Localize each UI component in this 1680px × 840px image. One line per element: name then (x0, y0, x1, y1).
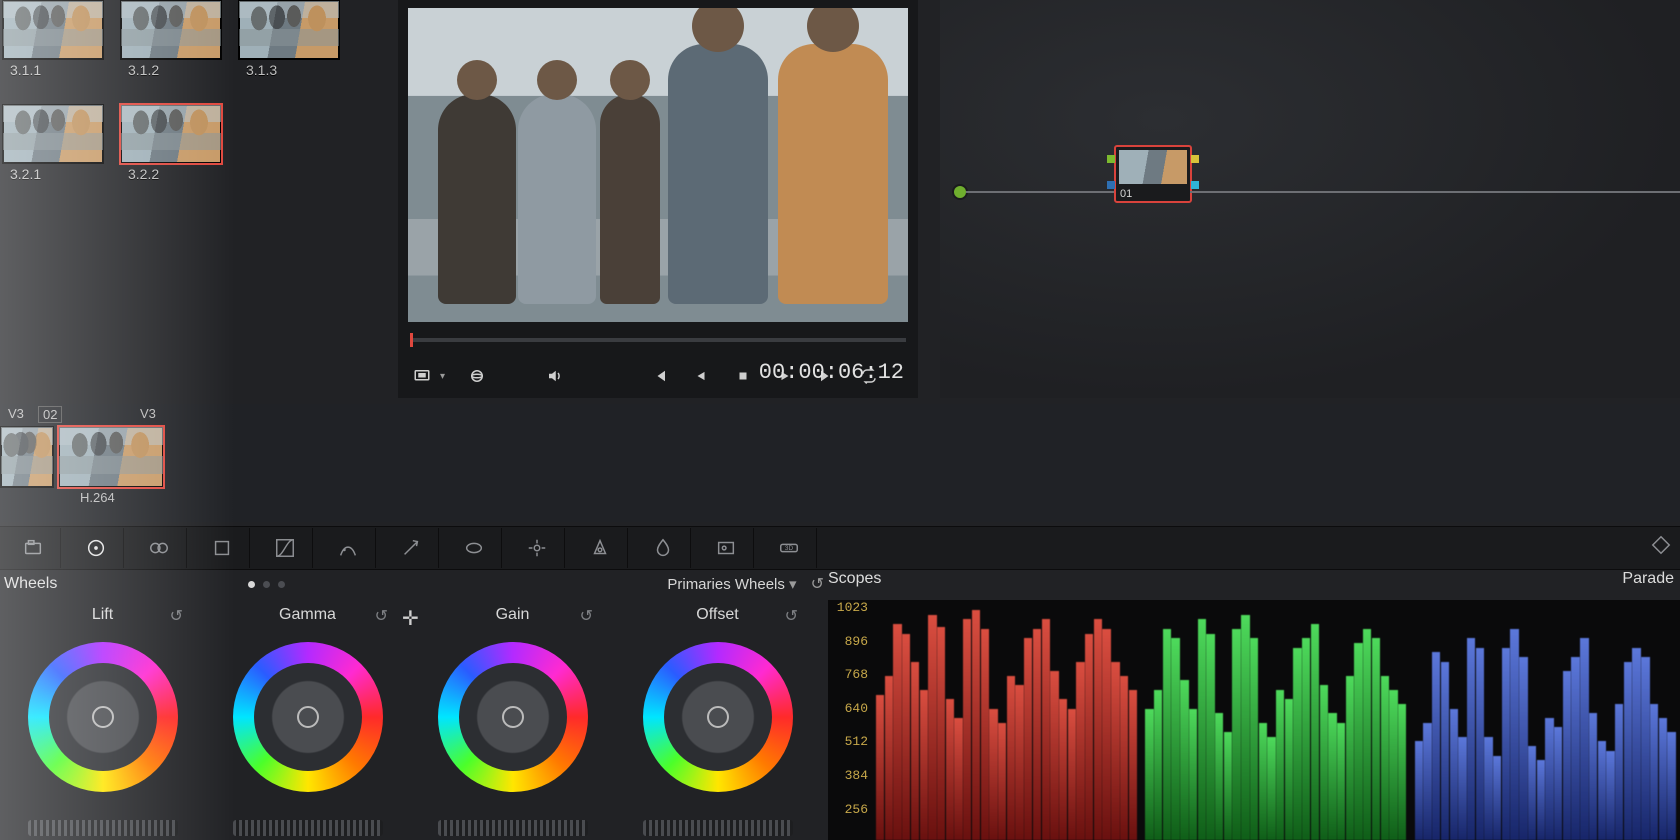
primaries-wheels: Lift ↺ Gamma ↺ Gain ↺ Offset ↺ (0, 600, 820, 840)
reset-icon[interactable]: ↺ (170, 606, 183, 626)
palette-bar: 3D (0, 526, 1680, 570)
parade-red (876, 600, 1137, 840)
svg-text:3D: 3D (785, 545, 794, 552)
windows-button[interactable] (447, 528, 502, 568)
node-thumbnail (1119, 150, 1187, 184)
color-page: 3.1.1 3.1.2 3.1.3 3.2.1 3.2.2 ▾ (0, 0, 1680, 840)
qualifier-button[interactable] (384, 528, 439, 568)
gallery-still-label: 3.1.3 (246, 62, 277, 78)
gallery-still-label: 3.2.1 (10, 166, 41, 182)
node-output-key[interactable] (1191, 181, 1199, 189)
gain-master-jog[interactable] (438, 820, 588, 836)
display-options-icon[interactable] (412, 366, 432, 386)
parade-blue (1415, 600, 1676, 840)
gallery-still[interactable] (120, 0, 222, 60)
node-graph[interactable]: 01 (940, 0, 1680, 398)
scale-tick: 512 (845, 734, 868, 749)
wheels-reset-icon[interactable]: ↺ (811, 574, 824, 594)
blur-button[interactable] (636, 528, 691, 568)
scale-tick: 1023 (837, 600, 868, 615)
offset-wheel[interactable] (643, 642, 793, 792)
node-link (966, 191, 1114, 193)
gallery-still[interactable] (238, 0, 340, 60)
first-frame-icon[interactable] (649, 366, 669, 386)
wheels-title: Wheels (4, 575, 57, 593)
gallery-still[interactable] (2, 0, 104, 60)
play-reverse-icon[interactable] (691, 366, 711, 386)
gallery-still-label: 3.1.1 (10, 62, 41, 78)
scopes-mode-dropdown[interactable]: Parade (1622, 570, 1674, 588)
scale-tick: 896 (845, 634, 868, 649)
scale-tick: 384 (845, 768, 868, 783)
reset-icon[interactable]: ↺ (580, 606, 593, 626)
parade-green (1145, 600, 1406, 840)
wheels-mode-dropdown[interactable]: Primaries Wheels (667, 575, 796, 593)
parade-scope[interactable]: 1023 896 768 640 512 384 256 (828, 600, 1680, 840)
wheels-page-dots[interactable] (248, 581, 285, 588)
gamma-column: Gamma ↺ (205, 600, 410, 840)
track-label: V3 (8, 406, 24, 421)
reset-icon[interactable]: ↺ (785, 606, 798, 626)
viewer-scrubber[interactable] (410, 338, 906, 342)
reset-icon[interactable]: ↺ (375, 606, 388, 626)
color-warper-button[interactable] (321, 528, 376, 568)
gamma-wheel[interactable] (233, 642, 383, 792)
gain-wheel[interactable] (438, 642, 588, 792)
node-input-rgb[interactable] (1107, 155, 1115, 163)
gallery-still[interactable] (2, 104, 104, 164)
color-wheels-button[interactable] (69, 528, 124, 568)
tracker-button[interactable] (510, 528, 565, 568)
magic-mask-button[interactable] (573, 528, 628, 568)
key-button[interactable] (699, 528, 754, 568)
clip-thumbnails: V3 02 V3 H.264 (0, 404, 1680, 522)
gallery-still-selected[interactable] (120, 104, 222, 164)
wheels-header: Wheels Primaries Wheels ↺ (0, 570, 828, 598)
hdr-button[interactable] (132, 528, 187, 568)
viewer-panel: ▾ 00:00:06:12 (398, 0, 918, 398)
gamma-master-jog[interactable] (233, 820, 383, 836)
timeline-clip-selected[interactable] (58, 426, 164, 488)
gain-column: Gain ↺ (410, 600, 615, 840)
rgb-mixer-button[interactable] (195, 528, 250, 568)
lift-wheel[interactable] (28, 642, 178, 792)
keyframes-button[interactable] (1650, 534, 1672, 561)
scale-tick: 256 (845, 802, 868, 817)
scope-canvas (872, 600, 1680, 840)
offset-master-jog[interactable] (643, 820, 793, 836)
mute-icon[interactable] (545, 366, 565, 386)
scale-tick: 640 (845, 701, 868, 716)
track-label: V3 (140, 406, 156, 421)
scopes-title: Scopes (828, 570, 881, 587)
node-source-dot[interactable] (954, 186, 966, 198)
lift-column: Lift ↺ (0, 600, 205, 840)
camera-raw-button[interactable] (6, 528, 61, 568)
scale-tick: 768 (845, 667, 868, 682)
curves-button[interactable] (258, 528, 313, 568)
scopes-header: Scopes Parade (828, 570, 1680, 598)
node-output-rgb[interactable] (1191, 155, 1199, 163)
chevron-down-icon[interactable]: ▾ (440, 371, 445, 382)
stereo-3d-button[interactable]: 3D (762, 528, 817, 568)
timecode[interactable]: 00:00:06:12 (759, 360, 904, 385)
clip-codec: H.264 (80, 490, 115, 505)
node-link (1190, 191, 1680, 193)
gallery-still-label: 3.1.2 (128, 62, 159, 78)
node-label: 01 (1120, 188, 1132, 200)
lift-master-jog[interactable] (28, 820, 178, 836)
scope-scale: 1023 896 768 640 512 384 256 (828, 600, 872, 840)
offset-column: Offset ↺ (615, 600, 820, 840)
node-input-key[interactable] (1107, 181, 1115, 189)
viewer-image[interactable] (408, 8, 908, 322)
clip-index: 02 (38, 406, 62, 423)
gallery-still-label: 3.2.2 (128, 166, 159, 182)
timeline-clip[interactable] (0, 426, 54, 488)
bypass-icon[interactable] (467, 366, 487, 386)
stop-icon[interactable] (733, 366, 753, 386)
corrector-node-selected[interactable]: 01 (1114, 145, 1192, 203)
